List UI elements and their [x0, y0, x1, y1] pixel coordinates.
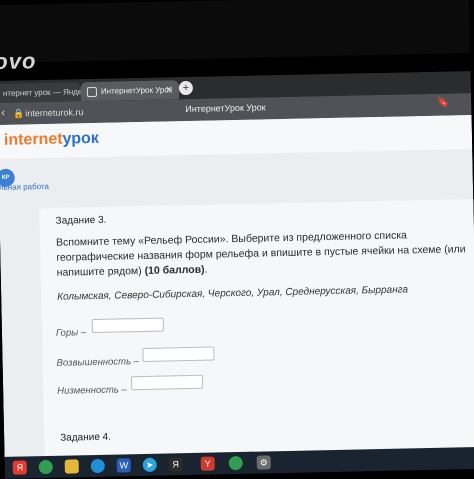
task-card: Задание 3. Вспомните тему «Рельеф России…	[39, 198, 474, 469]
task-title: Задание 3.	[55, 214, 107, 227]
answer-input-lowlands[interactable]	[130, 374, 204, 391]
section-label[interactable]: льная работа	[0, 182, 49, 192]
settings-icon[interactable]: ⚙	[256, 455, 271, 470]
lock-icon: 🔒	[13, 108, 25, 119]
yandex-icon[interactable]: Y	[200, 456, 215, 471]
back-icon[interactable]: ‹	[1, 107, 5, 119]
answer-input-uplands[interactable]	[142, 346, 215, 363]
new-tab-button[interactable]: +	[178, 80, 194, 96]
tab-label: нтернет урок — Яндекс	[2, 87, 91, 98]
word-icon[interactable]: W	[116, 458, 131, 473]
options-list: Колымская, Северо-Сибирская, Черского, У…	[57, 284, 409, 303]
task-text: Вспомните тему «Рельеф России». Выберите…	[55, 229, 466, 279]
row-label-mountains: Горы –	[55, 327, 87, 339]
next-task-title: Задание 4.	[60, 431, 112, 444]
folder-icon[interactable]	[64, 459, 79, 474]
site-logo[interactable]: internetурок	[4, 130, 99, 150]
edge-icon[interactable]	[90, 458, 105, 474]
laptop-screen: ovo нтернет урок — Яндекс ИнтернетУрок У…	[0, 0, 474, 479]
laptop-logo: ovo	[0, 48, 37, 75]
page-title: ИнтернетУрок Урок	[185, 102, 266, 115]
url-text[interactable]: interneturok.ru	[25, 107, 83, 118]
close-icon[interactable]: ✕	[165, 80, 173, 99]
laptop-bezel: ovo	[0, 0, 471, 74]
row-label-uplands: Возвышенность –	[56, 356, 140, 369]
telegram-icon[interactable]: ➤	[142, 457, 157, 473]
tab-interneturok[interactable]: ИнтернетУрок Урок ✕	[80, 80, 180, 102]
tab-label: ИнтернетУрок Урок	[100, 85, 173, 96]
tab-yandex[interactable]: нтернет урок — Яндекс	[0, 82, 90, 103]
answer-input-mountains[interactable]	[91, 317, 164, 334]
row-label-lowlands: Низменность –	[57, 384, 127, 397]
page-content: internetурок КР льная работа Задание 3. …	[0, 115, 474, 469]
chrome-icon[interactable]	[38, 459, 53, 475]
chrome-icon[interactable]	[228, 455, 243, 471]
yandex-icon[interactable]: Я	[168, 457, 183, 472]
bookmark-icon[interactable]: 🔖	[437, 98, 450, 109]
play-icon	[86, 86, 98, 98]
yandex-browser-icon[interactable]: Я	[12, 460, 27, 475]
